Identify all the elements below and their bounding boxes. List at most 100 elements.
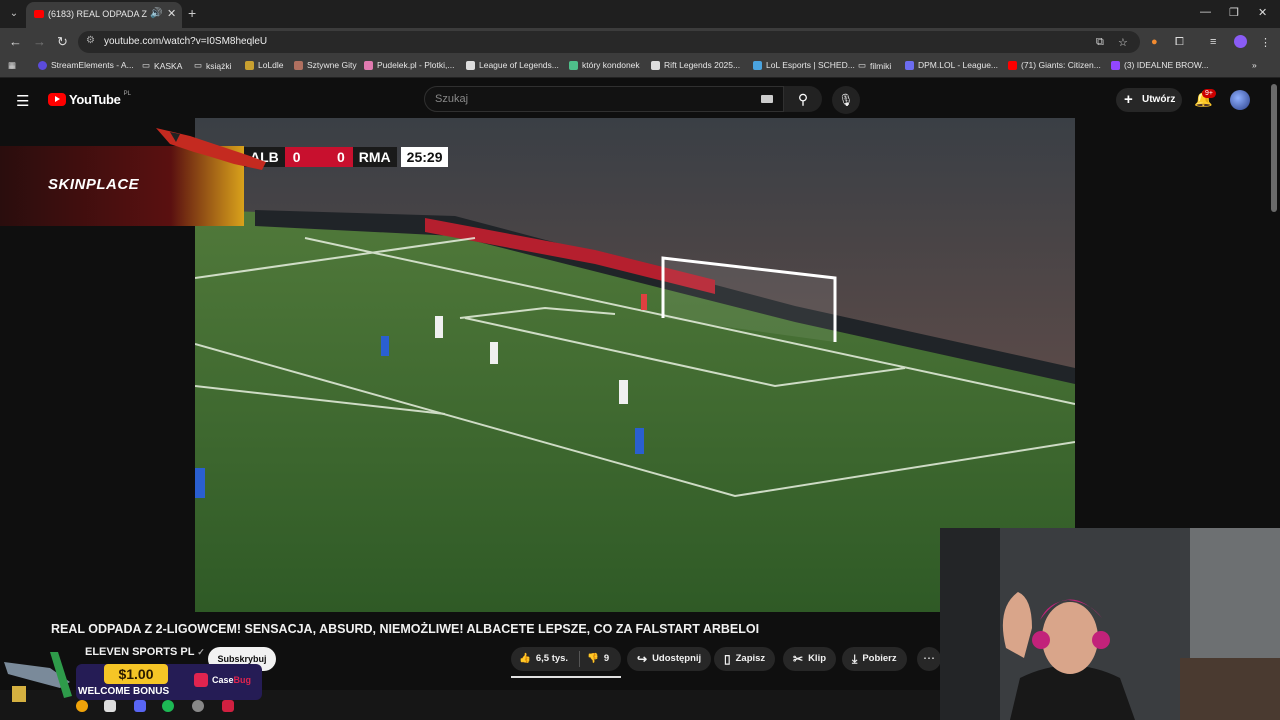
keyboard-icon[interactable] (761, 95, 773, 103)
folder-icon: ▭ (142, 60, 151, 70)
clip-button[interactable]: ✂ Klip (783, 647, 837, 671)
site-info-icon[interactable]: ⚙ (86, 35, 95, 46)
bookmark-2[interactable]: ▭ książki (194, 60, 232, 71)
account-avatar[interactable] (1230, 90, 1250, 110)
url-text[interactable]: youtube.com/watch?v=I0SM8heqleU (104, 36, 267, 47)
reading-list-icon[interactable]: ≡ (1210, 36, 1216, 48)
search-icon: ⚲ (797, 91, 809, 107)
create-button[interactable]: + Utwórz (1116, 88, 1182, 112)
page-scrollbar[interactable] (1271, 84, 1277, 212)
youtube-masthead: ☰ YouTube PL Szukaj ⚲ 🎙 + Utwórz 🔔 9+ (0, 80, 1280, 118)
bookmark-label: Pudelek.pl - Plotki,... (377, 60, 455, 70)
menu-hamburger-icon[interactable]: ☰ (16, 92, 29, 110)
sponsor-name: SKINPLACE (48, 176, 140, 193)
window-close-icon[interactable]: ✕ (1258, 6, 1267, 19)
save-icon: ▯ (724, 652, 731, 666)
browser-menu-icon[interactable]: ⋮ (1260, 36, 1271, 49)
browser-tab-strip: ⌄ (6183) REAL ODPADA Z 2-LI 🔊 ✕ + — ❐ ✕ (0, 0, 1280, 28)
browser-toolbar: ← → ↻ ⚙ youtube.com/watch?v=I0SM8heqleU … (0, 28, 1280, 56)
save-button[interactable]: ▯ Zapisz (714, 647, 776, 671)
download-label: Pobierz (862, 653, 897, 664)
bookmarks-bar: ▦ StreamElements - A... ▭ KASKA ▭ książki … (0, 56, 1280, 78)
like-count: 6,5 tys. (535, 653, 569, 664)
match-clock: 25:29 (400, 147, 449, 167)
bookmark-label: DPM.LOL - League... (918, 60, 999, 70)
bonus-amount: $1.00 (104, 664, 168, 684)
brand-part-b: Bug (233, 675, 252, 685)
away-score: 0 (336, 149, 345, 165)
plus-icon: + (1124, 91, 1133, 108)
dislike-count: 9 (603, 653, 610, 664)
youtube-favicon-icon (34, 10, 44, 18)
logo-wordmark: YouTube (69, 92, 121, 107)
home-score: 0 (292, 149, 301, 165)
browser-tab-active[interactable]: (6183) REAL ODPADA Z 2-LI 🔊 ✕ (26, 2, 182, 28)
divider (579, 651, 580, 667)
download-button[interactable]: ⤓ Pobierz (842, 647, 907, 671)
bookmark-label: LoL Esports | SCHED... (766, 60, 855, 70)
casebug-ad-overlay[interactable]: $1.00 WELCOME BONUS CaseBug (0, 648, 262, 704)
casebug-logo-icon (194, 673, 208, 687)
bookmark-label: który kondonek (582, 60, 640, 70)
streamer-webcam (940, 528, 1280, 720)
extension-icon[interactable]: ● (1151, 36, 1158, 48)
forward-arrow-icon[interactable]: → (33, 34, 46, 49)
bookmarks-overflow-icon[interactable]: » (1252, 60, 1257, 70)
notification-badge: 9+ (1202, 89, 1216, 98)
reload-icon[interactable]: ↻ (57, 34, 68, 50)
bookmark-star-icon[interactable]: ☆ (1118, 36, 1128, 49)
search-button[interactable]: ⚲ (784, 86, 822, 112)
bookmark-label: LoLdle (258, 60, 284, 70)
bookmark-0[interactable]: StreamElements - A... (38, 60, 134, 70)
bookmark-label: KASKA (154, 60, 183, 71)
search-input[interactable]: Szukaj (424, 86, 784, 112)
tab-close-icon[interactable]: ✕ (167, 7, 176, 20)
tab-search-button[interactable]: ⌄ (6, 6, 22, 22)
bookmark-6[interactable]: League of Legends... (466, 60, 559, 70)
thumbs-up-icon: 👍 (519, 653, 531, 664)
dislike-button[interactable]: 👎 9 (587, 647, 609, 671)
youtube-logo[interactable]: YouTube PL (48, 90, 131, 107)
bookmark-label: filmiki (870, 60, 892, 71)
folder-icon: ▭ (194, 60, 203, 70)
like-dislike-group: 👍 6,5 tys. 👎 9 (511, 647, 621, 671)
scoreboard: ALB 00 RMA 25:29 (244, 147, 449, 167)
bookmark-13[interactable]: (3) IDEALNE BROW... (1111, 60, 1209, 70)
more-icon: ⋯ (923, 651, 935, 665)
rifle-graphic-icon (156, 128, 266, 170)
speaker-icon[interactable]: 🔊 (150, 8, 162, 19)
extensions-puzzle-icon[interactable]: ⧠ (1175, 36, 1184, 49)
like-button[interactable]: 👍 6,5 tys. (519, 647, 568, 671)
apps-grid-icon[interactable]: ▦ (8, 60, 16, 71)
new-tab-button[interactable]: + (188, 5, 196, 21)
bookmark-5[interactable]: Pudelek.pl - Plotki,... (364, 60, 454, 70)
thumbs-down-icon: 👎 (587, 653, 599, 664)
restore-icon[interactable]: ❐ (1229, 6, 1239, 19)
bookmark-label: StreamElements - A... (51, 60, 134, 70)
bookmark-4[interactable]: Sztywne Gity (294, 60, 357, 70)
share-button[interactable]: ↪ Udostępnij (627, 647, 712, 671)
bookmark-3[interactable]: LoLdle (245, 60, 284, 70)
webcam-feed-image (940, 528, 1280, 720)
folder-icon: ▭ (858, 60, 867, 70)
voice-search-button[interactable]: 🎙 (832, 86, 860, 114)
bookmark-7[interactable]: który kondonek (569, 60, 640, 70)
minimize-icon[interactable]: — (1200, 6, 1211, 18)
more-actions-button[interactable]: ⋯ (917, 647, 941, 671)
back-arrow-icon[interactable]: ← (9, 34, 22, 49)
youtube-play-icon (48, 93, 66, 106)
bookmark-1[interactable]: ▭ KASKA (142, 60, 182, 71)
bookmark-label: Rift Legends 2025... (664, 60, 741, 70)
bookmark-9[interactable]: LoL Esports | SCHED... (753, 60, 855, 70)
address-bar[interactable]: ⚙ youtube.com/watch?v=I0SM8heqleU (78, 31, 1140, 53)
bookmark-8[interactable]: Rift Legends 2025... (651, 60, 740, 70)
profile-avatar-icon[interactable] (1234, 35, 1247, 48)
search-placeholder: Szukaj (435, 93, 469, 105)
bookmark-11[interactable]: DPM.LOL - League... (905, 60, 998, 70)
tab-title: (6183) REAL ODPADA Z 2-LI (48, 9, 148, 19)
bookmark-10[interactable]: ▭ filmiki (858, 60, 891, 71)
away-team: RMA (352, 147, 397, 167)
bookmark-12[interactable]: (71) Giants: Citizen... (1008, 60, 1101, 70)
country-code: PL (123, 90, 131, 97)
install-app-icon[interactable]: ⧉ (1096, 36, 1104, 49)
